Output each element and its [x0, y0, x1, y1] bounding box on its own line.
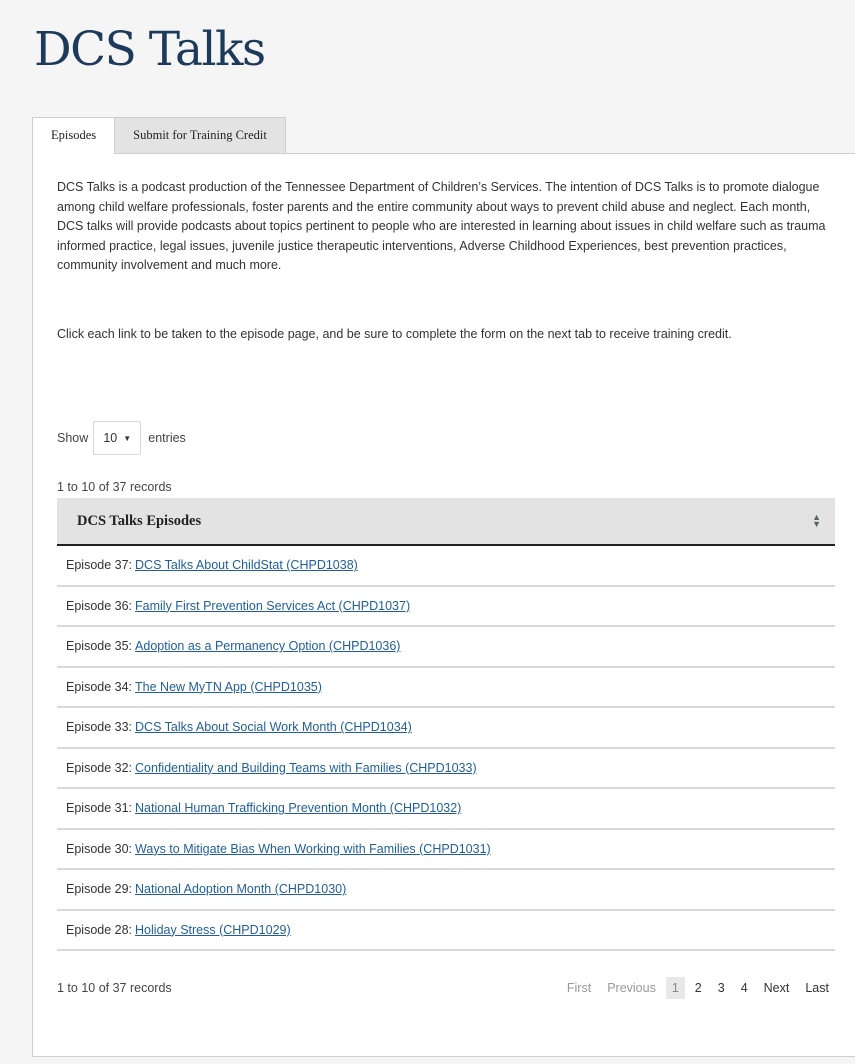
pagination-last[interactable]: Last — [799, 977, 835, 999]
pagination-previous[interactable]: Previous — [601, 977, 662, 999]
table-row: Episode 29: National Adoption Month (CHPD… — [57, 870, 835, 911]
episode-number: Episode 36: — [66, 598, 133, 613]
page-title: DCS Talks — [34, 22, 266, 77]
page: DCS Talks Episodes Submit for Training C… — [0, 0, 855, 1064]
episode-number: Episode 33: — [66, 720, 133, 735]
pagination-next[interactable]: Next — [758, 977, 796, 999]
entries-select-value: 10 — [103, 431, 118, 445]
instructions-paragraph: Click each link to be taken to the episo… — [57, 327, 732, 341]
column-header-episodes[interactable]: DCS Talks Episodes ▲ ▼ — [57, 498, 835, 546]
episode-number: Episode 32: — [66, 760, 133, 775]
table-row: Episode 36: Family First Prevention Servi… — [57, 587, 835, 627]
episode-link[interactable]: National Adoption Month (CHPD1030) — [135, 882, 346, 896]
tab-submit-training-credit[interactable]: Submit for Training Credit — [115, 117, 286, 153]
table-body: Episode 37: DCS Talks About ChildStat (CH… — [57, 546, 835, 951]
table-row: Episode 32: Confidentiality and Building … — [57, 749, 835, 789]
episodes-table: DCS Talks Episodes ▲ ▼ Episode 37: DCS Tal… — [57, 498, 835, 951]
episode-link[interactable]: Holiday Stress (CHPD1029) — [135, 923, 291, 937]
pagination-first[interactable]: First — [561, 977, 597, 999]
records-info-top: 1 to 10 of 37 records — [57, 480, 172, 494]
pagination-page-3[interactable]: 3 — [712, 977, 731, 999]
table-row: Episode 34: The New MyTN App (CHPD1035) — [57, 668, 835, 708]
episode-link[interactable]: Confidentiality and Building Teams with … — [135, 761, 477, 775]
entries-label: entries — [148, 431, 186, 445]
pagination: First Previous 1 2 3 4 Next Last — [557, 977, 835, 999]
episode-number: Episode 28: — [66, 922, 133, 937]
sort-icon: ▲ ▼ — [812, 512, 821, 529]
table-row: Episode 37: DCS Talks About ChildStat (CH… — [57, 546, 835, 587]
tab-bar: Episodes Submit for Training Credit — [32, 117, 286, 154]
episode-link[interactable]: National Human Trafficking Prevention Mo… — [135, 801, 461, 815]
episode-link[interactable]: DCS Talks About Social Work Month (CHPD1… — [135, 720, 412, 734]
episode-link[interactable]: Ways to Mitigate Bias When Working with … — [135, 842, 491, 856]
table-row: Episode 33: DCS Talks About Social Work M… — [57, 708, 835, 749]
table-row: Episode 30: Ways to Mitigate Bias When Wo… — [57, 830, 835, 870]
episode-link[interactable]: Adoption as a Permanency Option (CHPD103… — [135, 639, 400, 653]
tab-episodes[interactable]: Episodes — [32, 117, 116, 154]
episode-link[interactable]: DCS Talks About ChildStat (CHPD1038) — [135, 558, 358, 572]
pagination-page-2[interactable]: 2 — [689, 977, 708, 999]
pagination-page-4[interactable]: 4 — [735, 977, 754, 999]
episode-number: Episode 37: — [66, 558, 133, 573]
column-header-label: DCS Talks Episodes — [77, 512, 202, 529]
table-row: Episode 31: National Human Trafficking Pr… — [57, 789, 835, 830]
records-info-bottom: 1 to 10 of 37 records — [57, 981, 172, 995]
pagination-page-1[interactable]: 1 — [665, 977, 685, 999]
show-label: Show — [57, 431, 89, 445]
table-row: Episode 28: Holiday Stress (CHPD1029) — [57, 911, 835, 951]
episode-number: Episode 30: — [66, 841, 133, 856]
episode-link[interactable]: The New MyTN App (CHPD1035) — [135, 680, 322, 694]
intro-paragraph: DCS Talks is a podcast production of the… — [57, 180, 826, 272]
caret-down-icon: ▼ — [123, 433, 132, 443]
episode-link[interactable]: Family First Prevention Services Act (CH… — [135, 599, 410, 613]
episode-number: Episode 34: — [66, 679, 133, 694]
episode-number: Episode 31: — [66, 801, 133, 816]
episodes-panel: DCS Talks is a podcast production of the… — [32, 153, 855, 1057]
table-row: Episode 35: Adoption as a Permanency Opti… — [57, 627, 835, 668]
entries-length-control: Show 10 ▼ entries — [57, 421, 186, 455]
table-footer: 1 to 10 of 37 records First Previous 1 2… — [57, 977, 835, 999]
episode-number: Episode 29: — [66, 882, 133, 897]
episode-number: Episode 35: — [66, 639, 133, 654]
entries-select[interactable]: 10 ▼ — [93, 421, 142, 455]
